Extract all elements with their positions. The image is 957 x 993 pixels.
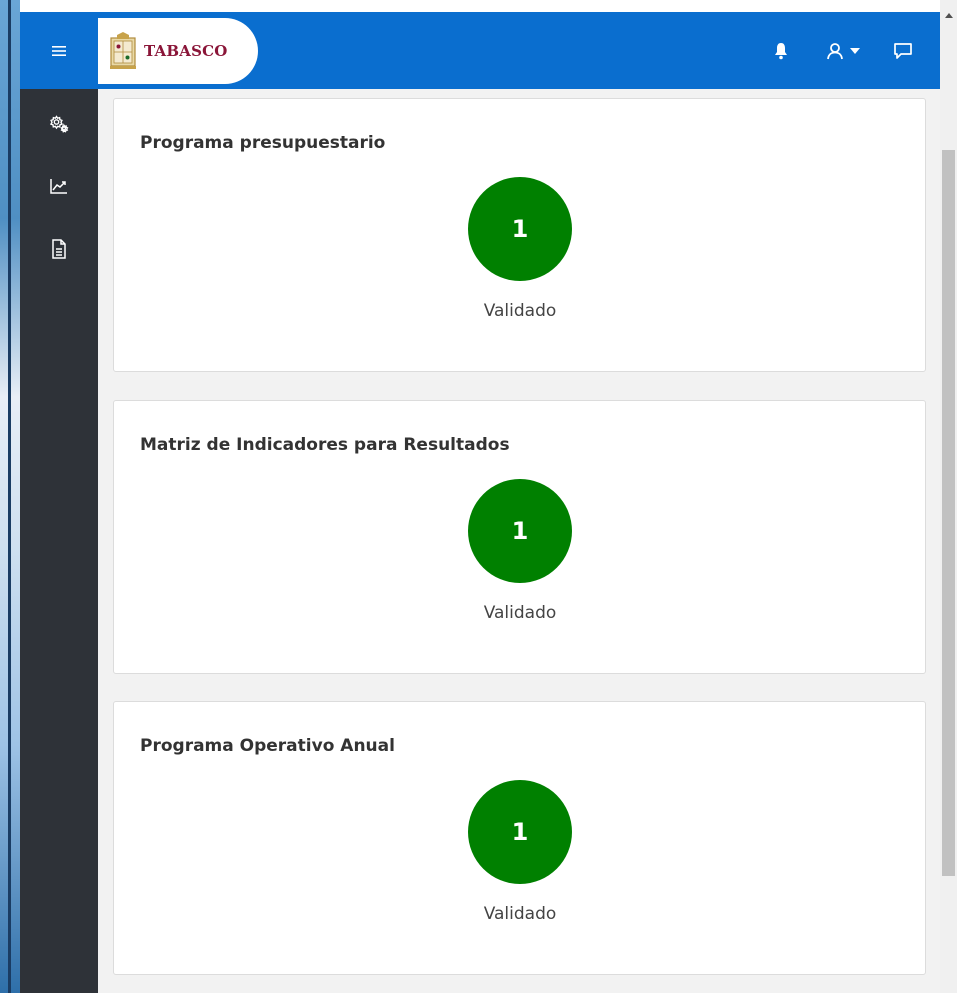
menu-toggle-button[interactable] <box>20 12 98 89</box>
logo-text: TABASCO <box>144 42 228 60</box>
card-programa-presupuestario: Programa presupuestario 1 Validado <box>113 98 926 372</box>
brand-logo[interactable]: TABASCO <box>98 18 258 84</box>
scroll-up-arrow-icon <box>944 12 953 18</box>
chat-icon <box>894 42 912 59</box>
status-label: Validado <box>483 603 557 623</box>
sidebar-item-settings[interactable] <box>20 95 98 153</box>
bell-icon <box>775 42 787 59</box>
sidebar-item-reports[interactable] <box>20 157 98 215</box>
chat-button[interactable] <box>888 12 918 89</box>
caret-down-icon <box>850 47 860 54</box>
coat-of-arms-icon <box>110 32 136 69</box>
count-badge[interactable]: 1 <box>468 479 572 583</box>
hamburger-icon <box>52 45 66 56</box>
card-title: Programa presupuestario <box>140 133 386 153</box>
user-icon <box>827 42 843 59</box>
card-matriz-indicadores: Matriz de Indicadores para Resultados 1 … <box>113 400 926 674</box>
user-menu-button[interactable] <box>822 12 848 89</box>
count-badge[interactable]: 1 <box>468 780 572 884</box>
count-badge[interactable]: 1 <box>468 177 572 281</box>
vertical-scrollbar[interactable] <box>940 0 957 993</box>
card-title: Programa Operativo Anual <box>140 736 395 756</box>
document-icon <box>52 239 66 259</box>
header-actions <box>766 12 940 89</box>
user-menu-caret[interactable] <box>848 12 862 89</box>
gears-icon <box>49 115 69 133</box>
card-title: Matriz de Indicadores para Resultados <box>140 435 510 455</box>
status-label: Validado <box>483 301 557 321</box>
desktop-background <box>0 0 20 993</box>
card-programa-operativo-anual: Programa Operativo Anual 1 Validado <box>113 701 926 975</box>
trend-chart-icon <box>50 179 67 194</box>
main-content: Programa presupuestario 1 Validado Matri… <box>98 89 940 993</box>
sidebar-nav <box>20 89 98 993</box>
window-edge <box>8 0 11 993</box>
scrollbar-thumb[interactable] <box>942 150 955 876</box>
top-header: TABASCO <box>20 12 940 89</box>
window-top-strip <box>20 0 940 12</box>
notifications-button[interactable] <box>766 12 796 89</box>
sidebar-item-documents[interactable] <box>20 220 98 278</box>
status-label: Validado <box>483 904 557 924</box>
scroll-up-button[interactable] <box>940 0 957 30</box>
